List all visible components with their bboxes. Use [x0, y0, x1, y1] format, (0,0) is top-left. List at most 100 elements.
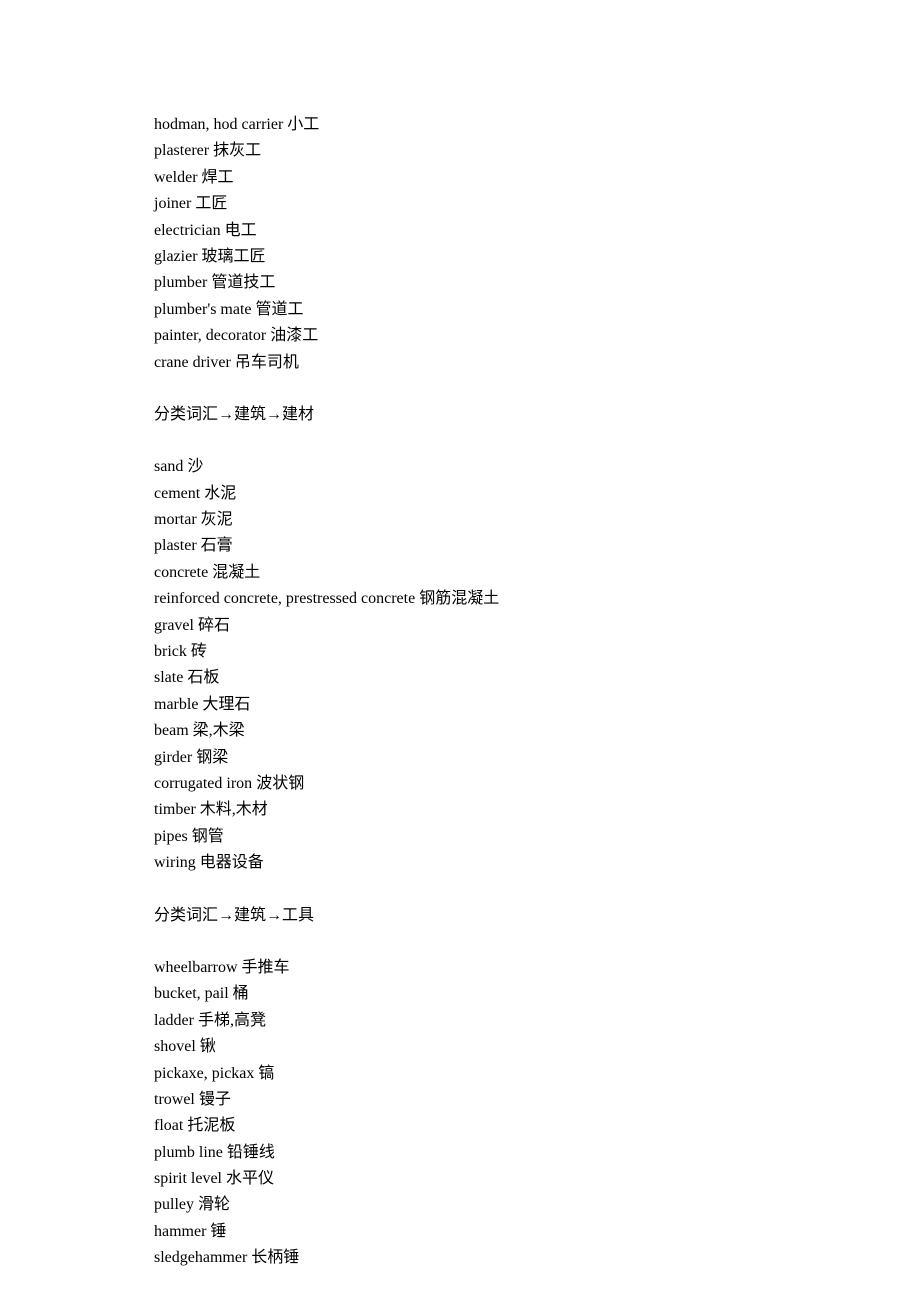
- vocab-entry: shovel 锹: [154, 1034, 754, 1060]
- term-chinese: 电器设备: [200, 854, 264, 871]
- vocab-entry: girder 钢梁: [154, 745, 754, 771]
- term-chinese: 手推车: [242, 959, 290, 976]
- term-chinese: 砖: [191, 643, 207, 660]
- vocab-entry: mortar 灰泥: [154, 507, 754, 533]
- term-chinese: 锤: [210, 1223, 226, 1240]
- term-chinese: 焊工: [202, 169, 234, 186]
- term-chinese: 手梯,高凳: [198, 1012, 266, 1029]
- vocab-entry: hodman, hod carrier 小工: [154, 112, 754, 138]
- vocab-entry: pickaxe, pickax 镐: [154, 1061, 754, 1087]
- vocab-entry: plumb line 铅锤线: [154, 1140, 754, 1166]
- vocab-entry: sand 沙: [154, 454, 754, 480]
- term-english: plumber: [154, 274, 207, 291]
- term-english: glazier: [154, 248, 198, 265]
- term-english: cement: [154, 485, 200, 502]
- term-english: timber: [154, 801, 196, 818]
- vocab-entry: ladder 手梯,高凳: [154, 1008, 754, 1034]
- vocab-entry: cement 水泥: [154, 481, 754, 507]
- term-english: plasterer: [154, 142, 209, 159]
- vocab-entry: beam 梁,木梁: [154, 718, 754, 744]
- term-english: mortar: [154, 511, 197, 528]
- vocab-entry: wiring 电器设备: [154, 850, 754, 876]
- term-english: float: [154, 1117, 183, 1134]
- term-chinese: 桶: [233, 985, 249, 1002]
- term-chinese: 碎石: [198, 617, 230, 634]
- vocab-entry: plaster 石膏: [154, 533, 754, 559]
- term-english: joiner: [154, 195, 191, 212]
- vocab-entry: plasterer 抹灰工: [154, 138, 754, 164]
- vocab-entry: pulley 滑轮: [154, 1192, 754, 1218]
- term-english: trowel: [154, 1091, 195, 1108]
- vocab-entry: slate 石板: [154, 665, 754, 691]
- vocab-entry: hammer 锤: [154, 1219, 754, 1245]
- term-chinese: 锹: [200, 1038, 216, 1055]
- term-chinese: 镐: [258, 1065, 274, 1082]
- term-english: beam: [154, 722, 189, 739]
- vocab-entry: crane driver 吊车司机: [154, 350, 754, 376]
- vocab-entry: plumber 管道技工: [154, 270, 754, 296]
- term-chinese: 水平仪: [226, 1170, 274, 1187]
- vocab-entry: spirit level 水平仪: [154, 1166, 754, 1192]
- vocab-entry: reinforced concrete, prestressed concret…: [154, 586, 754, 612]
- term-english: pipes: [154, 828, 188, 845]
- term-english: bucket, pail: [154, 985, 229, 1002]
- vocab-entry: joiner 工匠: [154, 191, 754, 217]
- term-chinese: 钢管: [192, 828, 224, 845]
- term-english: painter, decorator: [154, 327, 266, 344]
- term-english: wheelbarrow: [154, 959, 238, 976]
- term-english: gravel: [154, 617, 194, 634]
- vocab-entry: gravel 碎石: [154, 613, 754, 639]
- term-chinese: 小工: [287, 116, 319, 133]
- term-english: crane driver: [154, 354, 231, 371]
- term-english: brick: [154, 643, 187, 660]
- term-chinese: 玻璃工匠: [202, 248, 266, 265]
- vocab-entry: timber 木料,木材: [154, 797, 754, 823]
- term-english: concrete: [154, 564, 208, 581]
- vocab-entry: wheelbarrow 手推车: [154, 955, 754, 981]
- term-chinese: 工匠: [195, 195, 227, 212]
- term-chinese: 电工: [225, 222, 257, 239]
- vocab-entry: painter, decorator 油漆工: [154, 323, 754, 349]
- term-chinese: 管道工: [256, 301, 304, 318]
- document-page: hodman, hod carrier 小工plasterer 抹灰工welde…: [0, 0, 754, 1272]
- term-chinese: 石板: [187, 669, 219, 686]
- term-english: slate: [154, 669, 183, 686]
- term-english: welder: [154, 169, 198, 186]
- term-chinese: 石膏: [201, 537, 233, 554]
- term-english: sledgehammer: [154, 1249, 247, 1266]
- vocab-entry: plumber's mate 管道工: [154, 297, 754, 323]
- term-chinese: 大理石: [202, 696, 250, 713]
- section-heading: 分类词汇→建筑→工具: [154, 903, 754, 929]
- term-chinese: 钢梁: [196, 749, 228, 766]
- term-english: corrugated iron: [154, 775, 252, 792]
- term-chinese: 滑轮: [198, 1196, 230, 1213]
- section-heading: 分类词汇→建筑→建材: [154, 402, 754, 428]
- term-english: hammer: [154, 1223, 206, 1240]
- vocab-entry: glazier 玻璃工匠: [154, 244, 754, 270]
- term-chinese: 抹灰工: [213, 142, 261, 159]
- term-english: shovel: [154, 1038, 196, 1055]
- term-english: plumber's mate: [154, 301, 252, 318]
- term-chinese: 水泥: [204, 485, 236, 502]
- term-chinese: 吊车司机: [235, 354, 299, 371]
- term-chinese: 长柄锤: [251, 1249, 299, 1266]
- term-english: sand: [154, 458, 183, 475]
- term-chinese: 沙: [187, 458, 203, 475]
- term-english: plaster: [154, 537, 197, 554]
- term-chinese: 钢筋混凝土: [419, 590, 499, 607]
- term-chinese: 灰泥: [201, 511, 233, 528]
- term-chinese: 混凝土: [212, 564, 260, 581]
- vocab-entry: sledgehammer 长柄锤: [154, 1245, 754, 1271]
- vocab-entry: float 托泥板: [154, 1113, 754, 1139]
- term-chinese: 梁,木梁: [193, 722, 245, 739]
- term-chinese: 木料,木材: [200, 801, 268, 818]
- term-chinese: 油漆工: [270, 327, 318, 344]
- term-english: pulley: [154, 1196, 194, 1213]
- vocab-entry: electrician 电工: [154, 218, 754, 244]
- term-chinese: 托泥板: [187, 1117, 235, 1134]
- vocab-entry: concrete 混凝土: [154, 560, 754, 586]
- term-english: ladder: [154, 1012, 194, 1029]
- term-chinese: 波状钢: [256, 775, 304, 792]
- term-english: hodman, hod carrier: [154, 116, 283, 133]
- vocab-entry: brick 砖: [154, 639, 754, 665]
